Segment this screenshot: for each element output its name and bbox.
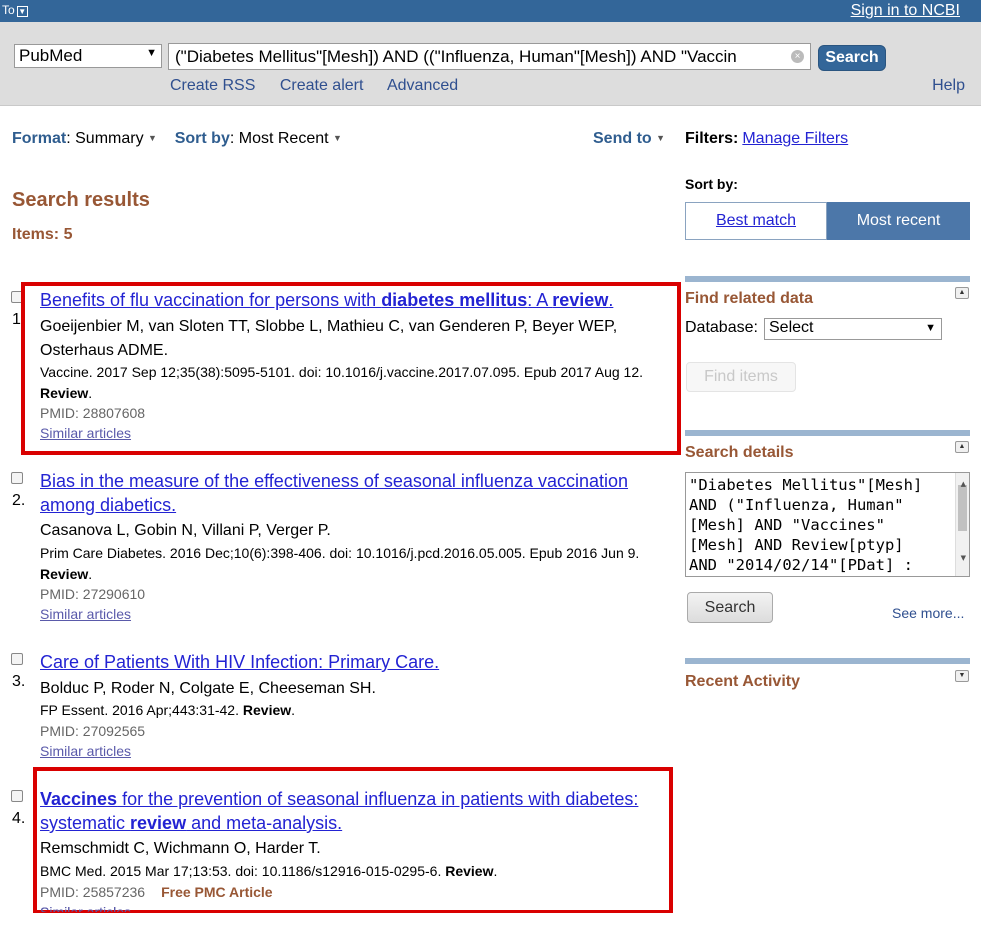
create-rss-link[interactable]: Create RSS — [170, 77, 255, 94]
database-select[interactable]: PubMed ▼ — [14, 44, 162, 68]
pmid-text: PMID: 27092565 — [40, 723, 146, 739]
result-pmid: PMID: 27092565 — [40, 723, 145, 739]
details-search-button[interactable]: Search — [687, 592, 773, 623]
see-more-link[interactable]: See more... — [892, 605, 964, 621]
caret-down-icon: ▼ — [148, 133, 157, 143]
manage-filters-link[interactable]: Manage Filters — [742, 130, 848, 147]
create-alert-link[interactable]: Create alert — [280, 77, 364, 94]
collapse-icon[interactable]: ▲ — [955, 287, 969, 299]
related-database-select[interactable]: Select ▼ — [764, 318, 942, 340]
result-authors: Bolduc P, Roder N, Colgate E, Cheeseman … — [40, 680, 376, 697]
format-label: Format — [12, 130, 67, 147]
result-number: 4. — [12, 810, 26, 827]
sort-control[interactable]: Sort by: Most Recent ▼ — [175, 130, 342, 147]
search-details-text: "Diabetes Mellitus"[Mesh] AND ("Influenz… — [689, 476, 923, 574]
help-link[interactable]: Help — [932, 77, 965, 95]
search-input[interactable]: ("Diabetes Mellitus"[Mesh]) AND (("Influ… — [168, 43, 811, 70]
top-bar: To ▼ Sign in to NCBI — [0, 0, 981, 22]
result-checkbox[interactable] — [11, 790, 23, 802]
scroll-down-icon[interactable]: ▼ — [961, 548, 966, 568]
result-checkbox[interactable] — [11, 653, 23, 665]
database-select-value: PubMed — [19, 46, 83, 65]
sort-label: Sort by — [174, 130, 230, 147]
result-citation: Prim Care Diabetes. 2016 Dec;10(6):398-4… — [40, 545, 640, 582]
display-settings: Format: Summary ▼ Sort by: Most Recent ▼ — [12, 130, 342, 148]
search-details-textarea[interactable]: "Diabetes Mellitus"[Mesh] AND ("Influenz… — [685, 472, 970, 577]
format-control[interactable]: Format: Summary ▼ — [12, 130, 157, 147]
similar-articles-link[interactable]: Similar articles — [40, 606, 131, 622]
result-pmid: PMID: 27290610 — [40, 586, 145, 602]
expand-icon[interactable]: ▼ — [955, 670, 969, 682]
sort-most-recent-button[interactable]: Most recent — [827, 202, 970, 240]
review-tag: Review — [40, 566, 89, 582]
result-authors: Casanova L, Gobin N, Villani P, Verger P… — [40, 522, 331, 539]
highlight-box — [33, 767, 673, 914]
filters-label: Filters: — [685, 130, 739, 147]
recent-activity-title: Recent Activity — [685, 673, 800, 690]
sort-by-label: Sort by: — [685, 176, 738, 192]
to-label: To — [2, 3, 15, 17]
caret-down-icon: ▼ — [656, 133, 666, 143]
scrollbar[interactable]: ▲ ▼ — [955, 473, 969, 576]
search-button[interactable]: Search — [818, 45, 886, 71]
page-cutoff — [0, 913, 680, 942]
collapse-icon[interactable]: ▲ — [955, 441, 969, 453]
items-count: Items: 5 — [12, 226, 73, 243]
review-tag: Review — [242, 702, 292, 718]
panel-divider — [685, 658, 970, 664]
panel-divider — [685, 430, 970, 436]
sort-best-match-button[interactable]: Best match — [685, 202, 827, 240]
send-to-menu[interactable]: Send to ▼ — [593, 130, 665, 148]
scroll-up-icon[interactable]: ▲ — [961, 474, 966, 494]
related-database-value: Select — [769, 319, 814, 336]
database-label: Database: — [685, 319, 758, 336]
citation-text: FP Essent. 2016 Apr;443:31-42. — [40, 702, 239, 718]
search-details-title: Search details — [685, 444, 794, 461]
dropdown-icon[interactable]: ▼ — [16, 6, 28, 17]
find-related-title: Find related data — [685, 290, 814, 307]
highlight-box — [21, 282, 681, 455]
search-bar: PubMed ▼ ("Diabetes Mellitus"[Mesh]) AND… — [0, 22, 981, 106]
chevron-down-icon: ▼ — [925, 322, 936, 334]
results-heading: Search results — [12, 189, 150, 211]
find-items-button[interactable]: Find items — [686, 362, 796, 392]
pmid-text: PMID: 27290610 — [40, 586, 146, 602]
search-input-value: ("Diabetes Mellitus"[Mesh]) AND (("Influ… — [175, 47, 737, 66]
chevron-down-icon: ▼ — [146, 47, 157, 59]
advanced-link[interactable]: Advanced — [387, 77, 458, 94]
to-menu[interactable]: To ▼ — [2, 3, 28, 17]
result-title-link[interactable]: Bias in the measure of the effectiveness… — [40, 469, 660, 517]
similar-articles-link[interactable]: Similar articles — [40, 743, 131, 759]
sign-in-link[interactable]: Sign in to NCBI — [851, 2, 960, 20]
format-value: Summary — [75, 130, 144, 147]
caret-down-icon: ▼ — [333, 133, 342, 143]
send-to-label: Send to — [593, 130, 652, 147]
sort-value: Most Recent — [238, 130, 329, 147]
citation-text: Prim Care Diabetes. 2016 Dec;10(6):398-4… — [40, 545, 640, 561]
result-title-link[interactable]: Care of Patients With HIV Infection: Pri… — [40, 650, 660, 674]
result-number: 3. — [12, 673, 26, 690]
result-citation: FP Essent. 2016 Apr;443:31-42. Review. — [40, 702, 296, 718]
result-number: 2. — [12, 492, 26, 509]
clear-icon[interactable]: × — [791, 50, 804, 63]
filters: Filters: Manage Filters — [685, 130, 848, 148]
search-sublinks: Create RSS Create alert Advanced — [170, 77, 478, 95]
result-checkbox[interactable] — [11, 472, 23, 484]
panel-divider — [685, 276, 970, 282]
